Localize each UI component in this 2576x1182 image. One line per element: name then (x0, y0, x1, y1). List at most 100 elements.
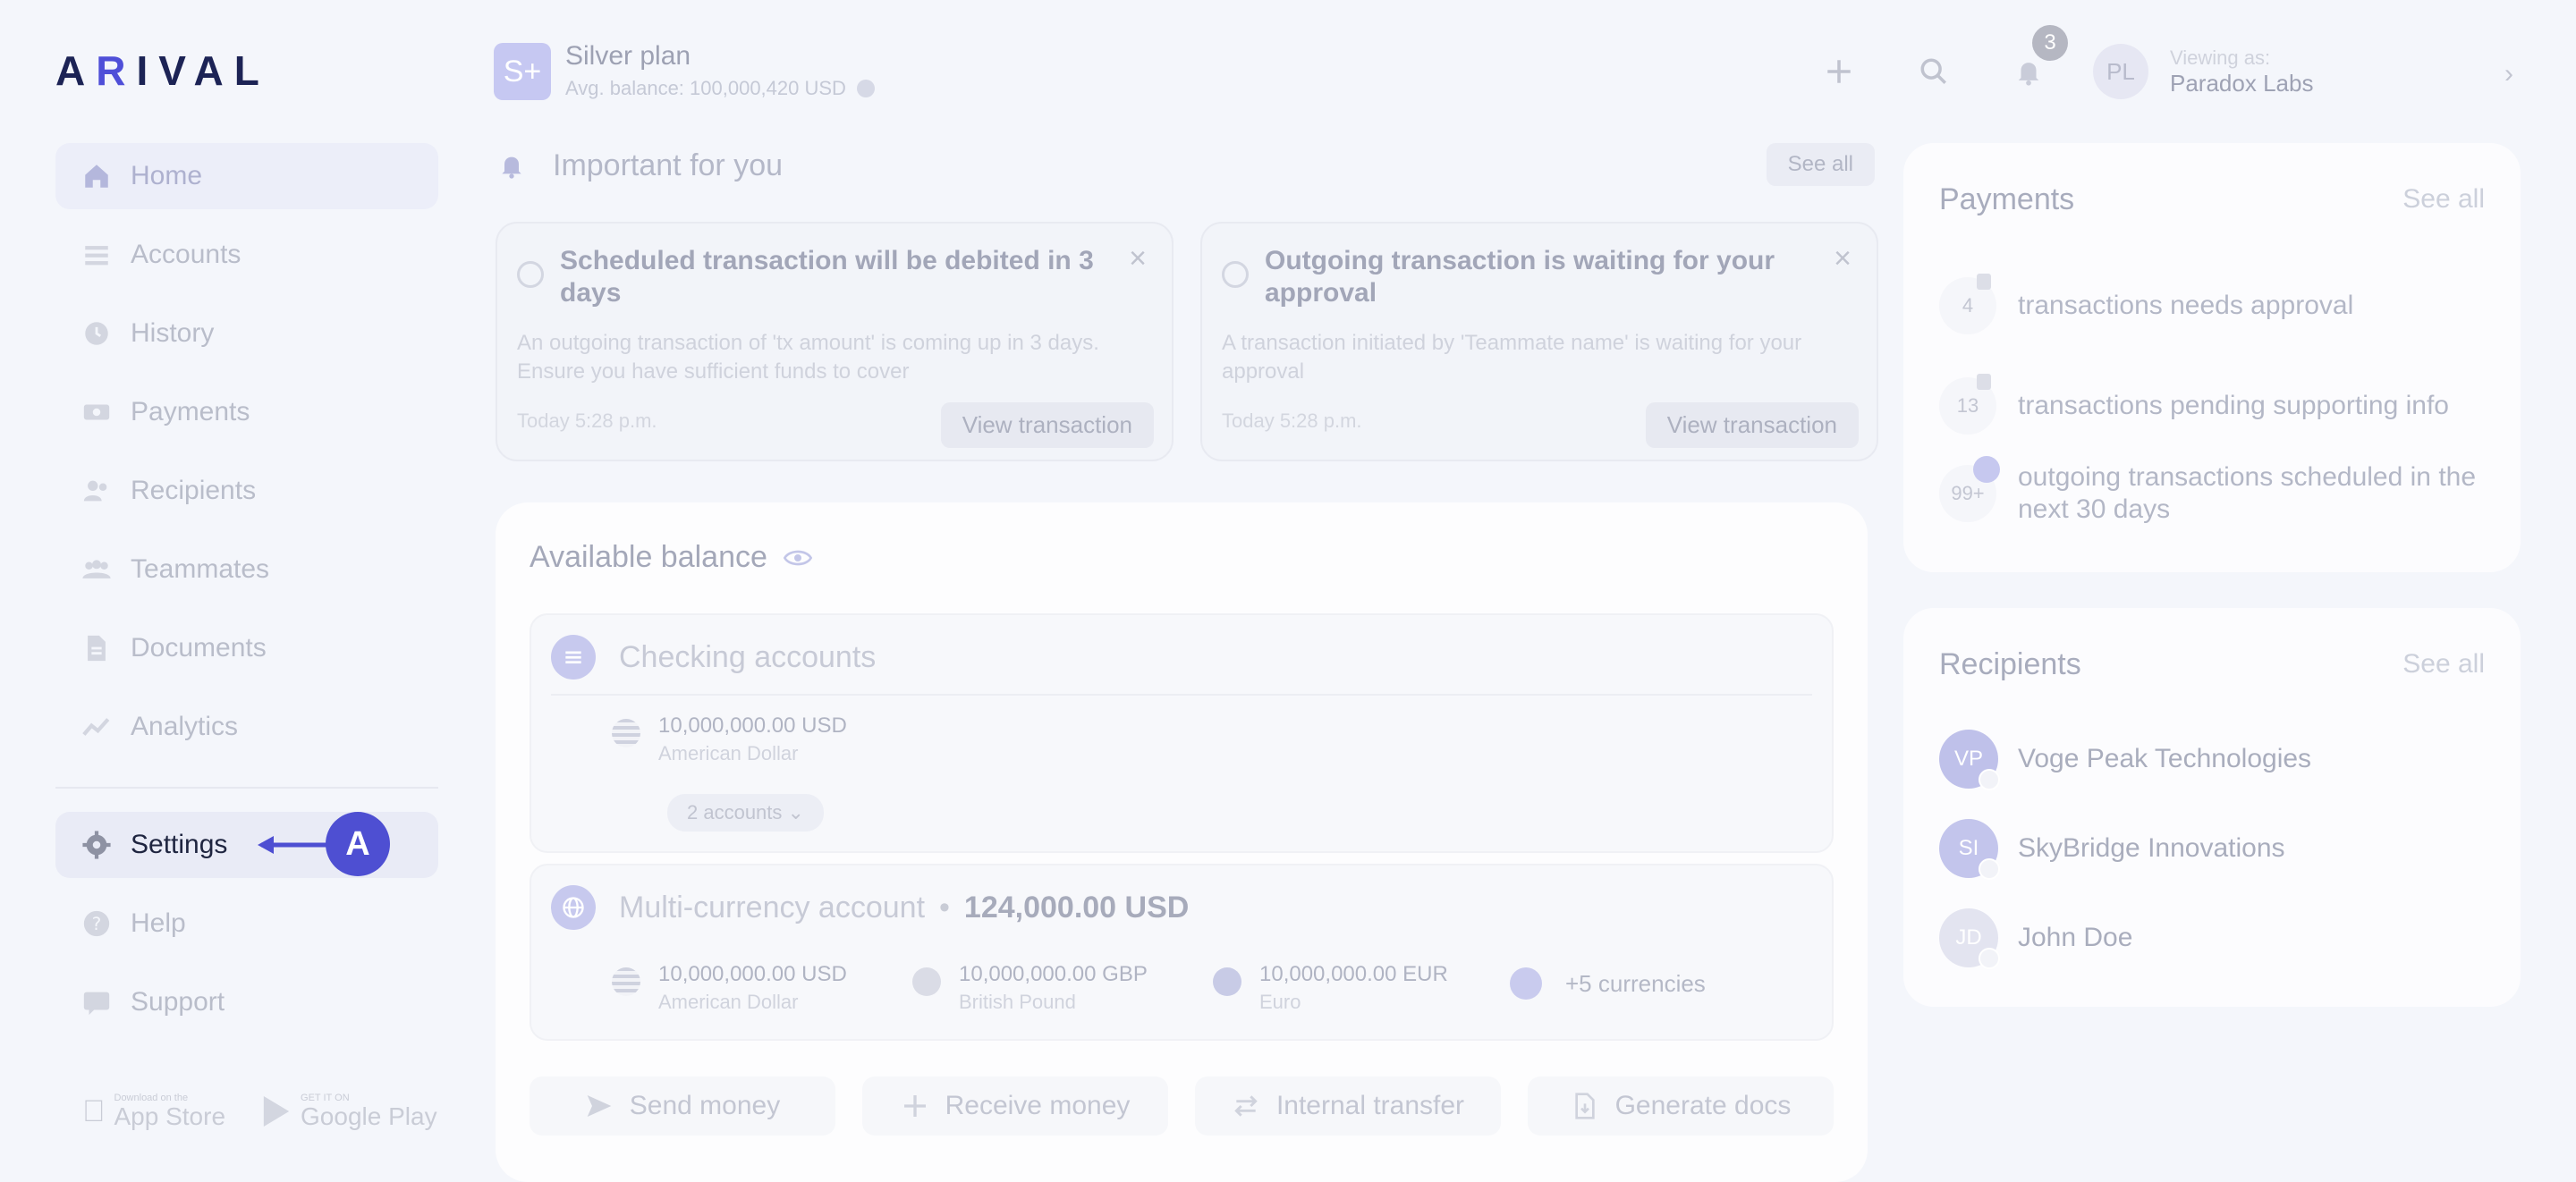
sidebar-item-label: Support (131, 987, 225, 1017)
arival-logo[interactable]: ARIVAL (55, 46, 270, 95)
notice-time: Today 5:28 p.m. (1222, 409, 1362, 432)
sidebar-item-payments[interactable]: Payments (55, 379, 438, 445)
generate-docs-button[interactable]: Generate docs (1528, 1076, 1834, 1136)
viewing-as-label: Viewing as: (2170, 46, 2271, 69)
clock-icon (517, 261, 544, 288)
notice-title: Outgoing transaction is waiting for your… (1265, 246, 1775, 308)
notice-card: Outgoing transaction is waiting for your… (1200, 222, 1878, 461)
payments-row[interactable]: 99+ outgoing transactions scheduled in t… (1939, 456, 2494, 526)
payments-icon (80, 396, 113, 428)
svg-text:?: ? (92, 914, 102, 934)
sidebar-item-recipients[interactable]: Recipients (55, 458, 438, 524)
currency-amount: 10,000,000.00 GBP (959, 962, 1148, 986)
multi-currency-header: Multi-currency account • 124,000.00 USD (551, 885, 1189, 930)
plan-name: Silver plan (565, 41, 691, 71)
bell-icon (2018, 63, 2039, 86)
chevron-down-icon: ⌄ (787, 801, 804, 823)
sidebar-item-analytics[interactable]: Analytics (55, 694, 438, 760)
notifications-button[interactable]: 3 (1998, 25, 2068, 102)
checking-accounts-header: Checking accounts (551, 635, 876, 680)
search-icon (1920, 58, 1947, 85)
sidebar-item-label: Settings (131, 830, 228, 859)
receive-money-button[interactable]: Receive money (862, 1076, 1168, 1136)
send-icon (587, 1095, 612, 1117)
send-money-button[interactable]: Send money (530, 1076, 835, 1136)
close-icon[interactable]: × (1834, 241, 1852, 276)
internal-transfer-button[interactable]: Internal transfer (1195, 1076, 1501, 1136)
important-section-header: Important for you See all (497, 143, 1875, 188)
payments-card: Payments See all 4 transactions needs ap… (1903, 143, 2521, 572)
sidebar-item-teammates[interactable]: Teammates (55, 536, 438, 603)
teammates-icon (80, 553, 113, 586)
viewing-as-name: Paradox Labs (2170, 69, 2314, 97)
lock-icon (1977, 274, 1991, 290)
payments-row[interactable]: 13 transactions pending supporting info (1939, 374, 2494, 435)
balance-title: Available balance (530, 540, 812, 575)
sidebar-item-label: Analytics (131, 712, 239, 741)
recipient-row[interactable]: VP Voge Peak Technologies (1939, 730, 2311, 790)
balance-actions: Send money Receive money Internal transf… (530, 1076, 1834, 1136)
multi-currency-block[interactable]: Multi-currency account • 124,000.00 USD … (530, 864, 1834, 1041)
home-icon (80, 160, 113, 192)
available-balance-card: Available balance Checking accounts 10,0… (496, 502, 1868, 1182)
analytics-icon (80, 711, 113, 743)
sidebar-item-label: Accounts (131, 240, 242, 269)
sidebar-nav: Home Accounts History Payments Recipient… (55, 143, 438, 1048)
search-button[interactable] (1903, 41, 1964, 102)
account-switcher[interactable]: PL Viewing as: Paradox Labs › (2093, 41, 2522, 102)
business-icon (1979, 858, 2000, 880)
app-store-badges:  Download on theApp Store GET IT ONGoog… (82, 1093, 437, 1130)
recipients-title: Recipients (1939, 647, 2081, 681)
sidebar-item-label: Home (131, 161, 203, 190)
notice-card: Scheduled transaction will be debited in… (496, 222, 1174, 461)
currency-amount: 10,000,000.00 USD (658, 713, 847, 738)
count-badge: 99+ (1939, 456, 2000, 522)
plan-badge[interactable]: S+ (494, 43, 551, 100)
sidebar-item-accounts[interactable]: Accounts (55, 222, 438, 288)
count-badge: 4 (1939, 274, 1996, 334)
currency-amount: 10,000,000.00 USD (658, 962, 847, 986)
sidebar-item-label: Documents (131, 633, 267, 663)
avatar: SI (1939, 819, 2000, 880)
recipient-row[interactable]: JD John Doe (1939, 908, 2132, 969)
currency-row: 10,000,000.00 USD American Dollar (612, 713, 847, 765)
avatar: PL (2093, 44, 2148, 99)
sidebar-item-support[interactable]: Support (55, 969, 438, 1035)
payments-see-all-link[interactable]: See all (2402, 184, 2485, 215)
checking-accounts-block[interactable]: Checking accounts 10,000,000.00 USD Amer… (530, 613, 1834, 853)
recipients-icon (80, 475, 113, 507)
clock-icon (1222, 261, 1249, 288)
sidebar-item-documents[interactable]: Documents (55, 615, 438, 681)
sidebar-item-help[interactable]: ? Help (55, 891, 438, 957)
business-icon (1979, 769, 2000, 790)
google-play-link[interactable]: GET IT ON Google Play (261, 1093, 437, 1130)
globe-icon (551, 885, 596, 930)
notice-title: Scheduled transaction will be debited in… (560, 246, 1094, 308)
multi-currency-total: 124,000.00 USD (963, 890, 1190, 924)
view-transaction-button[interactable]: View transaction (940, 402, 1154, 448)
recipient-row[interactable]: SI SkyBridge Innovations (1939, 819, 2285, 880)
wallet-icon (1510, 967, 1542, 1000)
sidebar-divider (55, 787, 438, 789)
recipients-see-all-link[interactable]: See all (2402, 649, 2485, 680)
sidebar-item-label: Teammates (131, 554, 270, 584)
history-icon (80, 317, 113, 350)
more-currencies[interactable]: +5 currencies (1510, 967, 1706, 1000)
info-icon[interactable] (856, 80, 875, 97)
sidebar-item-history[interactable]: History (55, 300, 438, 367)
important-see-all-button[interactable]: See all (1766, 143, 1875, 186)
add-button[interactable] (1809, 41, 1869, 102)
accounts-dropdown[interactable]: 2 accounts ⌄ (667, 794, 824, 832)
eye-icon[interactable] (783, 544, 812, 572)
close-icon[interactable]: × (1129, 241, 1147, 276)
plus-icon (903, 1095, 926, 1117)
transfer-arrows-icon (1234, 1095, 1258, 1117)
sidebar-item-home[interactable]: Home (55, 143, 438, 209)
avatar: JD (1939, 908, 2000, 969)
payments-row-text: transactions needs approval (2018, 291, 2354, 320)
view-transaction-button[interactable]: View transaction (1645, 402, 1859, 448)
payments-row[interactable]: 4 transactions needs approval (1939, 274, 2494, 334)
sidebar-item-settings[interactable]: Settings A (55, 812, 438, 878)
app-store-link[interactable]:  Download on theApp Store (82, 1093, 225, 1130)
sidebar-item-label: Payments (131, 397, 250, 426)
